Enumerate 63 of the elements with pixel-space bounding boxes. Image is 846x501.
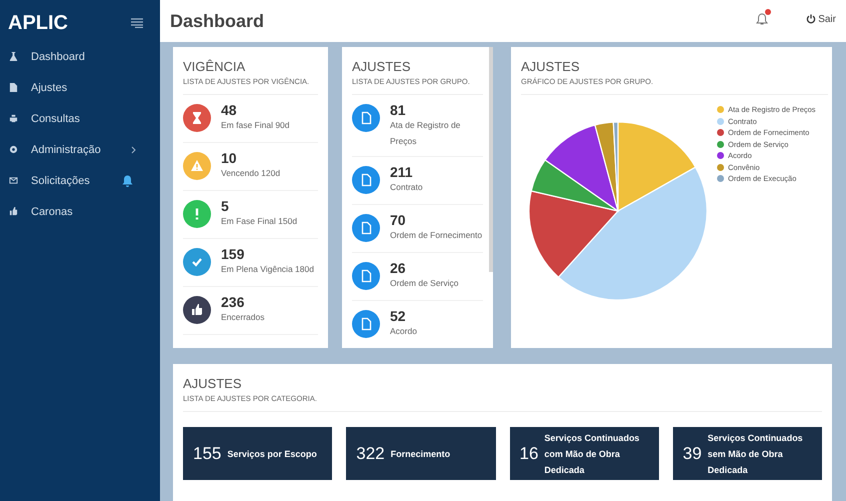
card-title: AJUSTES xyxy=(352,59,412,74)
count-value: 70 xyxy=(390,212,406,228)
card-title: AJUSTES xyxy=(183,376,243,391)
count-value: 26 xyxy=(390,260,406,276)
sidebar-item[interactable]: Dashboard xyxy=(0,41,160,72)
sidebar-item[interactable]: Ajustes xyxy=(0,72,160,103)
count-value: 16 xyxy=(520,444,538,464)
group-label: Contrato xyxy=(390,181,423,194)
printer-icon xyxy=(9,114,18,123)
category-tile[interactable]: 16 Serviços Continuados com Mão de Obra Dedicada xyxy=(510,427,659,480)
logout-button[interactable]: Sair xyxy=(806,14,836,24)
category-tile[interactable]: 322 Fornecimento xyxy=(346,427,496,480)
document-icon xyxy=(352,104,380,132)
category-label: Serviços Continuados com Mão de Obra Dedicada xyxy=(544,432,640,476)
card-title: VIGÊNCIA xyxy=(183,59,246,74)
document-icon xyxy=(352,262,380,290)
count-value: 5 xyxy=(221,198,229,214)
file-icon xyxy=(9,83,18,92)
brand-logo: APLIC xyxy=(8,12,68,34)
notification-button[interactable] xyxy=(756,12,768,26)
sidebar-item[interactable]: Administração xyxy=(0,134,160,165)
category-label: Serviços por Escopo xyxy=(227,448,317,461)
count-value: 10 xyxy=(221,150,237,166)
count-value: 52 xyxy=(390,308,406,324)
group-label: Acordo xyxy=(390,325,417,338)
flask-icon xyxy=(9,52,18,61)
document-icon xyxy=(352,166,380,194)
sidebar-item[interactable]: Caronas xyxy=(0,196,160,227)
status-label: Em Fase Final 150d xyxy=(221,216,298,226)
sidebar-item[interactable]: Solicitações xyxy=(0,165,160,196)
count-value: 155 xyxy=(193,444,222,464)
sidebar-item[interactable]: Consultas xyxy=(0,103,160,134)
count-value: 211 xyxy=(390,164,413,180)
status-label: Em fase Final 90d xyxy=(221,120,290,130)
gear-icon xyxy=(9,145,18,154)
category-label: Serviços Continuados sem Mão de Obra Dedicada xyxy=(708,432,804,476)
document-icon xyxy=(352,214,380,242)
group-label: Ordem de Fornecimento xyxy=(390,229,482,242)
group-label: Ata de Registro de Preços xyxy=(390,119,462,148)
page-title: Dashboard xyxy=(170,10,264,32)
count-value: 81 xyxy=(390,102,406,118)
status-label: Vencendo 120d xyxy=(221,168,280,178)
document-icon xyxy=(352,310,380,338)
count-value: 39 xyxy=(682,444,702,464)
status-label: Em Plena Vigência 180d xyxy=(221,264,314,274)
category-tile[interactable]: 39 Serviços Continuados sem Mão de Obra Dedicada xyxy=(672,427,822,480)
count-value: 159 xyxy=(221,246,244,262)
bell-icon xyxy=(756,12,768,26)
bell-icon xyxy=(122,174,133,186)
category-label: Fornecimento xyxy=(390,448,450,460)
thumb-icon xyxy=(9,207,18,216)
category-tile[interactable]: 155 Serviços por Escopo xyxy=(183,427,332,480)
chevron-icon xyxy=(131,146,136,154)
card-title: AJUSTES xyxy=(521,59,581,74)
count-value: 236 xyxy=(221,294,244,310)
menu-icon[interactable] xyxy=(131,18,143,28)
status-label: Encerrados xyxy=(221,312,264,322)
count-value: 322 xyxy=(356,444,385,464)
group-label: Ordem de Serviço xyxy=(390,277,458,290)
count-value: 48 xyxy=(221,102,237,118)
scrollbar[interactable] xyxy=(489,47,493,272)
power-icon xyxy=(806,14,816,24)
envelope-icon xyxy=(9,176,18,185)
